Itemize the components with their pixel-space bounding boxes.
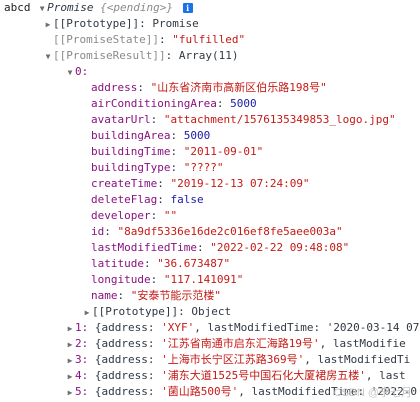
- address-key: {address:: [94, 321, 162, 334]
- field-value: "36.673487": [157, 257, 231, 270]
- result-key: [[PromiseResult]]: [53, 49, 166, 62]
- field-value: 5000: [230, 97, 257, 110]
- field-row-deleteFlag: deleteFlag: false: [91, 193, 204, 206]
- address-key: {address:: [94, 369, 162, 382]
- field-key: createTime: [91, 177, 158, 190]
- promise-state-row: [[PromiseState]]: "fulfilled": [53, 33, 246, 46]
- address-value: '浦东大道1525号中国石化大厦裙房五楼': [161, 369, 366, 382]
- address-value: '江苏省南通市启东汇海路19号': [161, 337, 320, 350]
- state-value: "fulfilled": [172, 33, 246, 46]
- field-key: developer: [91, 209, 151, 222]
- field-row-name: name: "安泰节能示范楼": [91, 289, 221, 302]
- field-row-avatarUrl: avatarUrl: "attachment/1576135349853_log…: [91, 113, 396, 126]
- field-key: lastModifiedTime: [91, 241, 197, 254]
- collapse-triangle-icon[interactable]: ▶: [65, 353, 75, 369]
- collapse-triangle-icon[interactable]: ▶: [65, 321, 75, 337]
- address-key: {address:: [94, 353, 162, 366]
- field-row-buildingTime: buildingTime: "2011-09-01": [91, 145, 264, 158]
- collapse-triangle-icon[interactable]: ▶: [43, 17, 53, 33]
- array-item-4[interactable]: ▶ 4: {address: '浦东大道1525号中国石化大厦裙房五楼', las…: [65, 368, 406, 384]
- item-index: 4:: [75, 369, 89, 382]
- expand-triangle-icon[interactable]: ▼: [43, 49, 53, 65]
- array-item-2[interactable]: ▶ 2: {address: '江苏省南通市启东汇海路19号', lastModi…: [65, 336, 406, 352]
- field-value: "": [163, 209, 178, 222]
- watermark: CSDN @李七月: [333, 387, 412, 399]
- collapse-triangle-icon[interactable]: ▶: [65, 369, 75, 385]
- field-key: buildingArea: [91, 129, 171, 142]
- item-index: 3:: [75, 353, 89, 366]
- collapse-triangle-icon[interactable]: ▶: [65, 337, 75, 353]
- field-value: "117.141091": [163, 273, 244, 286]
- field-key: buildingTime: [91, 145, 171, 158]
- field-value: "8a9df5336e16de2c016ef8fe5aee003a": [117, 225, 343, 238]
- item-index: 0:: [75, 65, 89, 78]
- var-label: abcd: [4, 1, 31, 14]
- field-key: id: [91, 225, 105, 238]
- field-row-buildingType: buildingType: "????": [91, 161, 224, 174]
- promise-label[interactable]: Promise: [47, 1, 93, 14]
- promise-result-row[interactable]: ▼ [[PromiseResult]]: Array(11): [43, 48, 239, 65]
- field-key: address: [91, 81, 138, 94]
- result-value: Array(11): [178, 49, 239, 62]
- field-value: "2022-02-22 09:48:08": [210, 241, 350, 254]
- field-row-lastModifiedTime: lastModifiedTime: "2022-02-22 09:48:08": [91, 241, 350, 254]
- field-row-createTime: createTime: "2019-12-13 07:24:09": [91, 177, 310, 190]
- item-index: 2:: [75, 337, 89, 350]
- item-index: 1:: [75, 321, 89, 334]
- modified-preview: lastModifiedTime: '2020-03-14 07: [207, 321, 420, 334]
- field-row-developer: developer: "": [91, 209, 178, 222]
- address-key: {address:: [94, 337, 162, 350]
- address-value: '上海市长宁区江苏路369号': [161, 353, 305, 366]
- collapse-triangle-icon[interactable]: ▶: [65, 385, 75, 401]
- prototype-row[interactable]: ▶ [[Prototype]]: Promise: [43, 16, 199, 32]
- item-index: 5:: [75, 385, 89, 398]
- pending-text: {<pending>}: [100, 1, 173, 14]
- field-row-airConditioningArea: airConditioningArea: 5000: [91, 97, 257, 110]
- field-value: "安泰节能示范楼": [130, 289, 221, 302]
- expand-triangle-icon[interactable]: ▼: [65, 65, 75, 81]
- modified-preview: last: [379, 369, 406, 382]
- object-prototype-row[interactable]: ▶ [[Prototype]]: Object: [82, 304, 232, 321]
- field-row-address: address: "山东省济南市高新区伯乐路198号": [91, 81, 327, 94]
- object-prototype-text: [[Prototype]]: Object: [92, 305, 232, 318]
- prototype-text: [[Prototype]]: Promise: [53, 17, 199, 30]
- console-log-line: abcd ▼ Promise {<pending>} i: [4, 0, 193, 16]
- field-value: 5000: [183, 129, 211, 142]
- field-key: latitude: [91, 257, 144, 270]
- expand-triangle-icon[interactable]: ▼: [37, 1, 47, 17]
- field-value: "????": [183, 161, 224, 174]
- collapse-triangle-icon[interactable]: ▶: [82, 305, 92, 321]
- field-value: "山东省济南市高新区伯乐路198号": [150, 81, 327, 94]
- field-row-latitude: latitude: "36.673487": [91, 257, 231, 270]
- array-item-3[interactable]: ▶ 3: {address: '上海市长宁区江苏路369号', lastModif…: [65, 352, 411, 369]
- field-key: longitude: [91, 273, 151, 286]
- field-key: avatarUrl: [91, 113, 151, 126]
- address-key: {address:: [94, 385, 162, 398]
- modified-preview: lastModifie: [332, 337, 406, 350]
- array-item-0[interactable]: ▼ 0:: [65, 64, 89, 81]
- field-key: airConditioningArea: [91, 97, 217, 110]
- address-value: '菌山路500号': [161, 385, 239, 398]
- address-value: 'XYF': [161, 321, 195, 334]
- field-value: "2011-09-01": [183, 145, 264, 158]
- field-value: "2019-12-13 07:24:09": [170, 177, 310, 190]
- state-key: [[PromiseState]]: [53, 33, 159, 46]
- field-key: deleteFlag: [91, 193, 158, 206]
- field-key: name: [91, 289, 118, 302]
- field-key: buildingType: [91, 161, 171, 174]
- modified-preview: lastModifiedTi: [317, 353, 411, 366]
- field-value: "attachment/1576135349853_logo.jpg": [163, 113, 396, 126]
- field-row-id: id: "8a9df5336e16de2c016ef8fe5aee003a": [91, 225, 343, 238]
- array-item-1[interactable]: ▶ 1: {address: 'XYF', lastModifiedTime: '…: [65, 320, 420, 337]
- info-icon[interactable]: i: [182, 3, 193, 13]
- field-row-longitude: longitude: "117.141091": [91, 273, 244, 286]
- field-value: false: [170, 193, 204, 206]
- field-row-buildingArea: buildingArea: 5000: [91, 129, 211, 142]
